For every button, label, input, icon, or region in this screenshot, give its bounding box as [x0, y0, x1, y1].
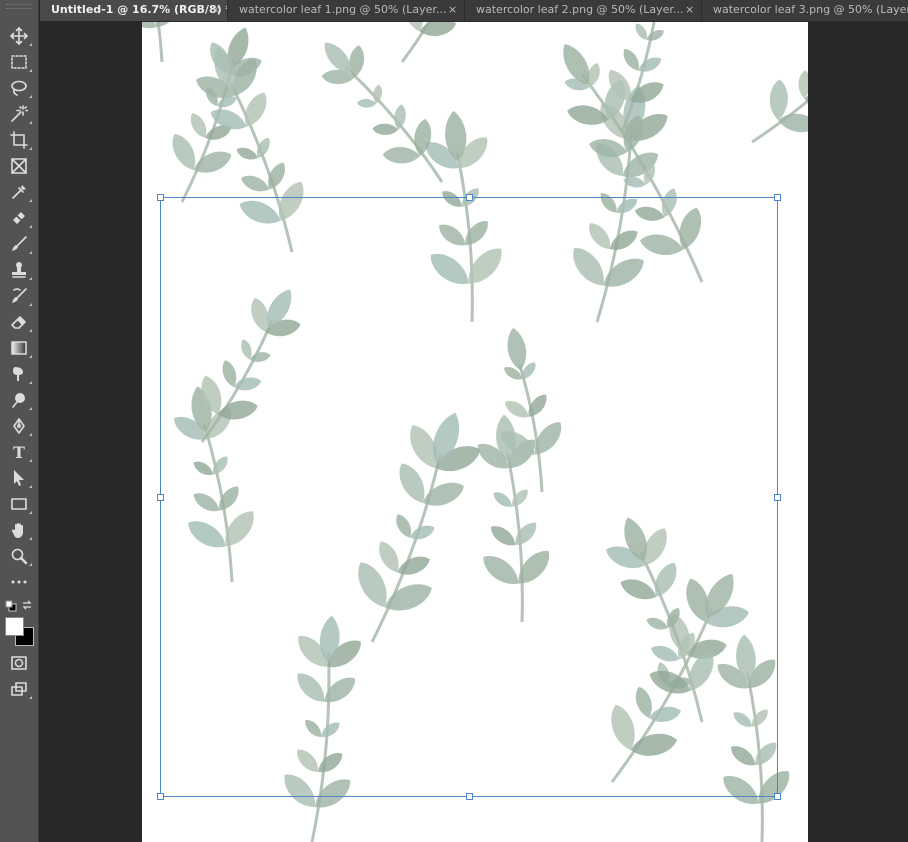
document-tabs: Untitled-1 @ 16.7% (RGB/8) * × watercolo…	[40, 0, 908, 22]
frame-icon	[11, 158, 27, 174]
close-icon[interactable]: ×	[211, 0, 220, 20]
close-icon[interactable]: ×	[685, 0, 694, 20]
history-brush-icon	[12, 288, 27, 303]
zoom-tool[interactable]	[5, 545, 33, 567]
rectangle-tool[interactable]	[5, 493, 33, 515]
transform-handle-top-left[interactable]	[157, 194, 164, 201]
more-icon	[11, 580, 27, 584]
default-colors-icon[interactable]	[5, 600, 17, 612]
gradient-tool[interactable]	[5, 337, 33, 359]
smudge-tool[interactable]	[5, 363, 33, 385]
lasso-icon	[11, 80, 27, 96]
lasso-tool[interactable]	[5, 77, 33, 99]
rectangle-icon	[11, 498, 27, 510]
quick-mask-icon	[11, 656, 27, 670]
move-icon	[10, 27, 28, 45]
healing-brush-tool[interactable]	[5, 207, 33, 229]
dodge-icon	[12, 393, 25, 408]
brush-tool[interactable]	[5, 233, 33, 255]
stamp-icon	[12, 262, 26, 278]
eyedropper-tool[interactable]	[5, 181, 33, 203]
type-icon: T	[13, 442, 25, 462]
frame-tool[interactable]	[5, 155, 33, 177]
swap-colors-icon[interactable]	[21, 599, 33, 611]
tab-untitled-1[interactable]: Untitled-1 @ 16.7% (RGB/8) * ×	[40, 0, 228, 21]
tab-label: watercolor leaf 2.png @ 50% (Layer...	[476, 3, 684, 16]
transform-handle-bottom[interactable]	[466, 793, 473, 800]
dodge-tool[interactable]	[5, 389, 33, 411]
free-transform-bounding-box[interactable]	[157, 194, 781, 800]
pen-icon	[13, 418, 25, 434]
transform-handle-right[interactable]	[774, 494, 781, 501]
crop-tool[interactable]	[5, 129, 33, 151]
eraser-tool[interactable]	[5, 311, 33, 333]
zoom-icon	[11, 548, 28, 565]
marquee-icon	[11, 55, 27, 69]
eyedropper-icon	[12, 185, 26, 199]
smudge-icon	[13, 367, 23, 381]
foreground-color-swatch[interactable]	[5, 617, 24, 636]
move-tool[interactable]	[5, 25, 33, 47]
transform-handle-bottom-right[interactable]	[774, 793, 781, 800]
clone-stamp-tool[interactable]	[5, 259, 33, 281]
transform-handle-top-right[interactable]	[774, 194, 781, 201]
arrow-icon	[14, 470, 24, 486]
close-icon[interactable]: ×	[448, 0, 457, 20]
tab-watercolor-leaf-2[interactable]: watercolor leaf 2.png @ 50% (Layer... ×	[465, 0, 702, 21]
tab-label: watercolor leaf 3.png @ 50% (Layer...	[713, 3, 908, 16]
screen-mode-icon	[11, 682, 27, 696]
brush-icon	[12, 236, 27, 251]
transform-handle-left[interactable]	[157, 494, 164, 501]
pen-tool[interactable]	[5, 415, 33, 437]
path-selection-tool[interactable]	[5, 467, 33, 489]
rectangular-marquee-tool[interactable]	[5, 51, 33, 73]
edit-toolbar[interactable]	[5, 571, 33, 593]
tab-watercolor-leaf-1[interactable]: watercolor leaf 1.png @ 50% (Layer... ×	[228, 0, 465, 21]
type-tool[interactable]: T	[5, 441, 33, 463]
gradient-icon	[11, 341, 27, 355]
transform-handle-top[interactable]	[466, 194, 473, 201]
tools-panel: T	[0, 0, 39, 842]
transform-handle-bottom-left[interactable]	[157, 793, 164, 800]
crop-icon	[10, 131, 28, 149]
tab-label: Untitled-1 @ 16.7% (RGB/8) *	[51, 3, 228, 16]
quick-mask-mode[interactable]	[5, 652, 33, 674]
eraser-icon	[11, 316, 26, 329]
screen-mode[interactable]	[5, 678, 33, 700]
magic-wand-icon	[11, 105, 28, 122]
tab-label: watercolor leaf 1.png @ 50% (Layer...	[239, 3, 447, 16]
bandage-icon	[13, 212, 25, 224]
hand-tool[interactable]	[5, 519, 33, 541]
history-brush-tool[interactable]	[5, 285, 33, 307]
tab-watercolor-leaf-3[interactable]: watercolor leaf 3.png @ 50% (Layer...	[702, 0, 908, 21]
magic-wand-tool[interactable]	[5, 103, 33, 125]
hand-icon	[11, 523, 23, 538]
panel-grip[interactable]	[6, 4, 32, 9]
